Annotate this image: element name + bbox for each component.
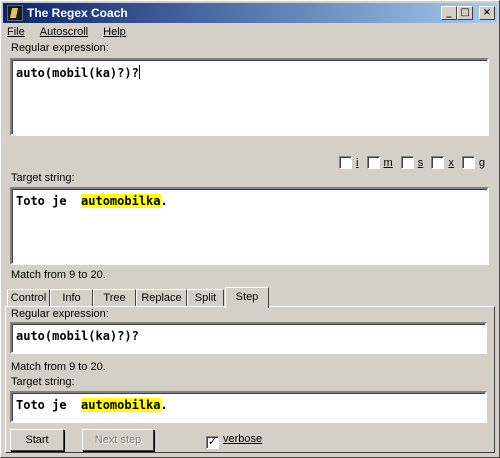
menu-bar: File Autoscroll Help bbox=[5, 25, 136, 41]
match-info: Match from 9 to 20. bbox=[11, 269, 106, 281]
step-match-highlight: automobilka bbox=[81, 398, 161, 412]
menu-file[interactable]: File bbox=[5, 25, 27, 39]
flag-s[interactable]: s bbox=[400, 156, 423, 169]
step-target-display[interactable]: Toto je automobilka. bbox=[10, 391, 487, 423]
checkbox-m[interactable] bbox=[366, 156, 380, 169]
checkbox-g[interactable] bbox=[461, 156, 475, 169]
minimize-button[interactable]: _ bbox=[441, 6, 457, 20]
target-text-after: . bbox=[160, 194, 168, 208]
close-button[interactable]: × bbox=[479, 6, 495, 20]
flag-m[interactable]: m bbox=[366, 156, 393, 169]
flag-i[interactable]: i bbox=[339, 156, 358, 169]
tab-tree[interactable]: Tree bbox=[93, 289, 136, 307]
verbose-label: verbose bbox=[223, 433, 263, 445]
menu-autoscroll[interactable]: Autoscroll bbox=[38, 25, 90, 39]
tab-step[interactable]: Step bbox=[225, 287, 269, 308]
app-logo-icon bbox=[7, 5, 23, 21]
window-title: The Regex Coach bbox=[27, 6, 128, 20]
checkbox-i[interactable] bbox=[339, 156, 352, 169]
title-bar[interactable]: The Regex Coach _ □ × bbox=[3, 3, 497, 23]
regex-text: auto(mobil(ka)?)? bbox=[16, 66, 139, 80]
menu-help[interactable]: Help bbox=[101, 25, 128, 39]
flag-g[interactable]: g bbox=[461, 156, 485, 169]
tab-control[interactable]: Control bbox=[7, 289, 50, 307]
start-button[interactable]: Start bbox=[10, 429, 64, 451]
step-target-before: Toto je bbox=[16, 398, 82, 412]
match-highlight: automobilka bbox=[81, 194, 161, 208]
app-window: The Regex Coach _ □ × File Autoscroll He… bbox=[0, 0, 500, 458]
target-text-before: Toto je bbox=[16, 194, 82, 208]
regex-label: Regular expression: bbox=[11, 42, 109, 54]
verbose-checkbox[interactable]: ✓ bbox=[206, 436, 219, 449]
step-regex-display[interactable]: auto(mobil(ka)?)? bbox=[10, 322, 487, 354]
tab-replace[interactable]: Replace bbox=[136, 289, 187, 307]
flag-x[interactable]: x bbox=[431, 156, 454, 169]
checkbox-s[interactable] bbox=[400, 156, 414, 169]
step-target-label: Target string: bbox=[11, 376, 75, 388]
tab-split[interactable]: Split bbox=[187, 289, 224, 307]
step-regex-text: auto(mobil(ka)?)? bbox=[16, 329, 139, 343]
step-regex-label: Regular expression: bbox=[11, 308, 109, 320]
target-label: Target string: bbox=[11, 172, 75, 184]
regex-flags: i m s x g bbox=[339, 156, 490, 170]
text-caret bbox=[138, 65, 140, 79]
step-match-info: Match from 9 to 20. bbox=[11, 361, 106, 373]
checkbox-x[interactable] bbox=[431, 156, 445, 169]
step-target-after: . bbox=[160, 398, 168, 412]
next-step-button[interactable]: Next step bbox=[82, 429, 154, 451]
tab-info[interactable]: Info bbox=[50, 289, 93, 307]
maximize-button[interactable]: □ bbox=[457, 6, 473, 20]
regex-input[interactable]: auto(mobil(ka)?)? bbox=[10, 58, 489, 136]
target-input[interactable]: Toto je automobilka. bbox=[10, 187, 489, 265]
verbose-option[interactable]: ✓ verbose bbox=[206, 433, 262, 449]
